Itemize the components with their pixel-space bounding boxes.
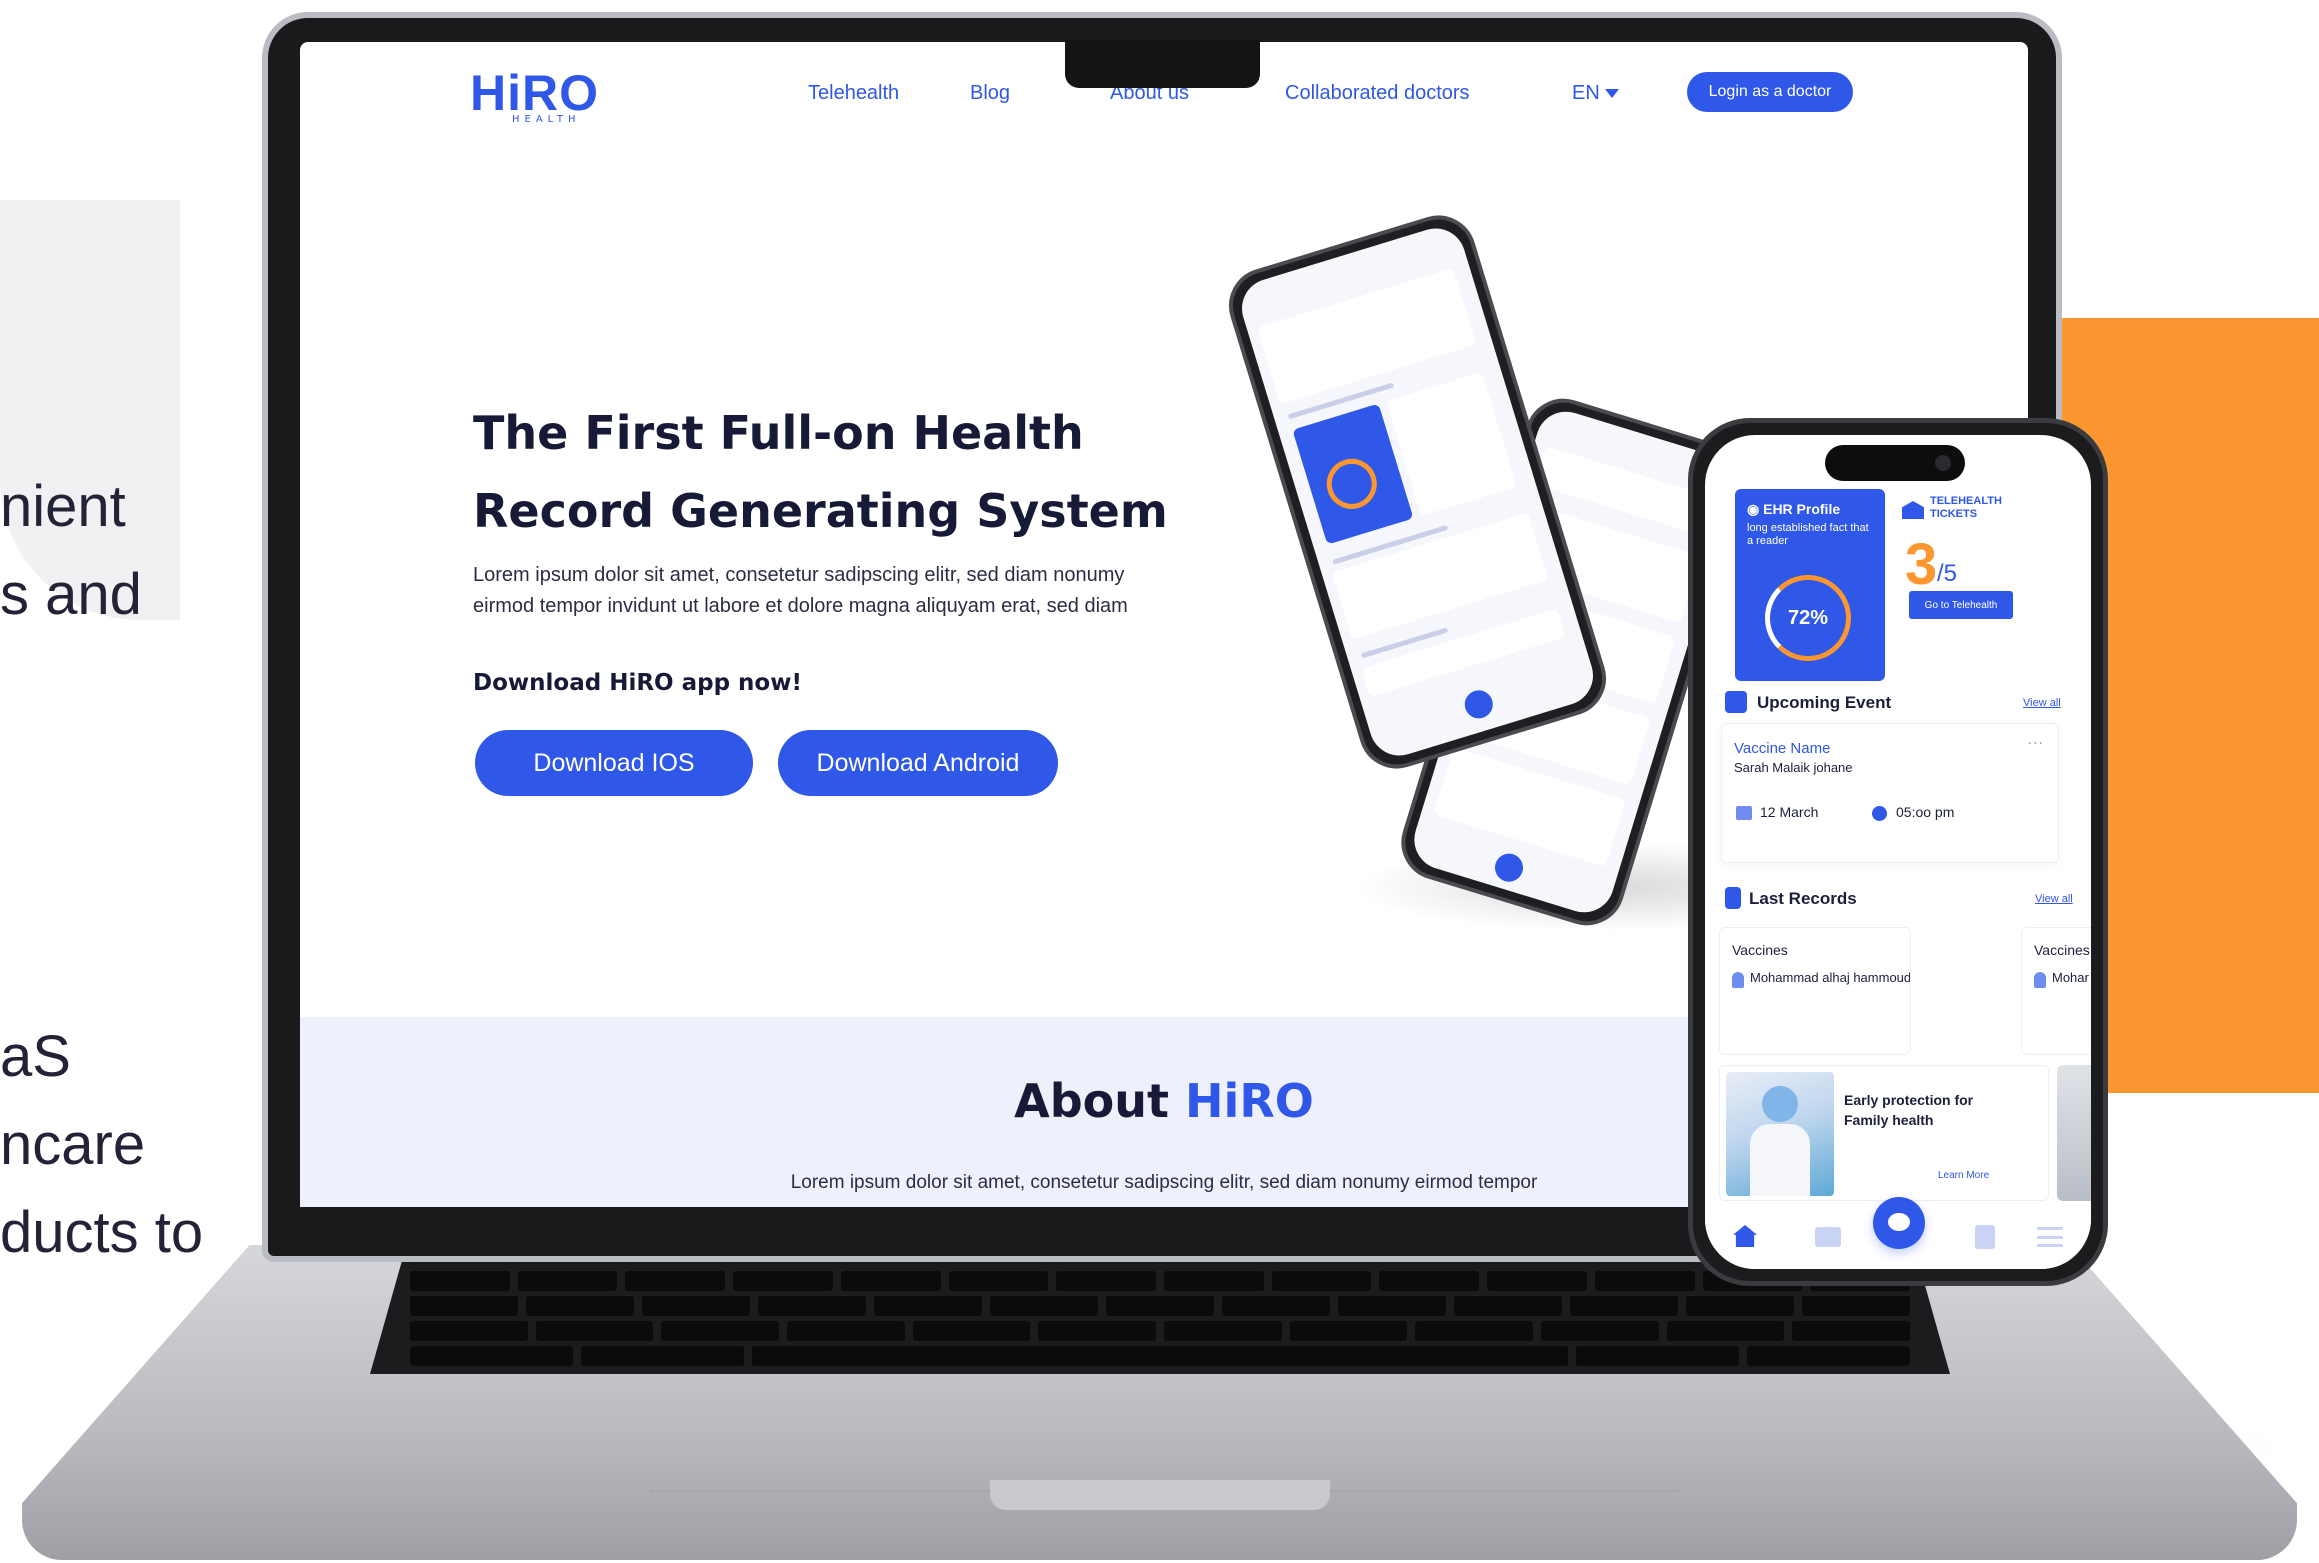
record-card[interactable]: Vaccines Mohar (2021, 927, 2091, 1055)
event-person: Sarah Malaik johane (1734, 760, 1853, 775)
download-label: Download HiRO app now! (473, 670, 802, 696)
ehr-profile-card[interactable]: ◉ EHR Profile long established fact that… (1735, 489, 1885, 681)
phone-tab-bar (1705, 1197, 2091, 1269)
tickets-total: /5 (1937, 560, 1958, 587)
download-android-button[interactable]: Download Android (778, 730, 1058, 796)
upcoming-view-all-link[interactable]: View all (2023, 697, 2061, 709)
document-icon (1725, 887, 1741, 909)
records-view-all-link[interactable]: View all (2035, 893, 2073, 905)
hero-title-line: The First Full-on Health (473, 406, 1084, 460)
side-text-line: aS (0, 1024, 71, 1089)
home-icon[interactable] (1733, 1225, 1757, 1247)
hero-title: The First Full-on Health Record Generati… (473, 394, 1233, 550)
phone-app-screen: ◉ EHR Profile long established fact that… (1705, 435, 2091, 1269)
record-card[interactable]: Vaccines Mohammad alhaj hammoud (1719, 927, 1911, 1055)
nav-telehealth[interactable]: Telehealth (808, 82, 899, 105)
tickets-count: 3 (1905, 532, 1938, 597)
login-doctor-button[interactable]: Login as a doctor (1687, 72, 1853, 112)
phone-mockup: ◉ EHR Profile long established fact that… (1688, 418, 2108, 1286)
calendar-icon (1725, 691, 1747, 713)
language-label: EN (1572, 82, 1600, 104)
side-text-line: ducts to (0, 1200, 204, 1265)
laptop-keyboard (370, 1262, 1950, 1374)
calendar-small-icon (1736, 806, 1752, 820)
hero-description-line: eirmod tempor invidunt ut labore et dolo… (473, 595, 1128, 617)
event-time: 05:oo pm (1896, 804, 1955, 820)
upcoming-event-title: Upcoming Event (1757, 693, 1892, 712)
dynamic-island (1825, 445, 1965, 481)
laptop-camera-notch (1065, 40, 1260, 88)
side-text-line: nient (0, 474, 126, 539)
hero-title-line: Record Generating System (473, 484, 1168, 538)
language-selector[interactable]: EN (1572, 82, 1619, 105)
user-icon (2034, 972, 2046, 988)
ehr-progress-ring: 72% (1765, 575, 1851, 661)
ehr-title-text: EHR Profile (1763, 501, 1841, 517)
about-title-prefix: About (1014, 1074, 1170, 1128)
side-text-line: s and (0, 562, 142, 627)
chat-icon[interactable] (1873, 1197, 1925, 1249)
folder-icon[interactable] (1815, 1227, 1841, 1247)
user-icon (1732, 972, 1744, 988)
event-name: Vaccine Name (1734, 740, 1831, 757)
nav-collaborated-doctors[interactable]: Collaborated doctors (1285, 82, 1470, 105)
clock-icon (1872, 806, 1887, 821)
logo-subtitle: HEALTH (512, 114, 581, 125)
promo-card[interactable]: Early protection for Family health Learn… (1719, 1065, 2049, 1201)
download-ios-button[interactable]: Download IOS (475, 730, 753, 796)
cropped-side-text-lower: aS ncare ducts to (0, 1013, 203, 1277)
laptop-trackpad (650, 1380, 1680, 1492)
record-name: Mohammad alhaj hammoud (1750, 970, 1911, 985)
menu-icon[interactable] (2037, 1227, 2063, 1247)
doctor-photo (1726, 1072, 1834, 1196)
hospital-icon (1902, 501, 1924, 519)
event-date: 12 March (1760, 804, 1819, 820)
hero-description-line: Lorem ipsum dolor sit amet, consetetur s… (473, 564, 1125, 586)
side-text-line: ncare (0, 1112, 146, 1177)
record-name: Mohar (2052, 970, 2089, 985)
file-icon[interactable] (1975, 1225, 1995, 1249)
caret-down-icon (1604, 89, 1619, 99)
about-title-brand: HiRO (1185, 1074, 1314, 1128)
record-type: Vaccines (1732, 942, 1788, 958)
telehealth-tickets-title: TELEHEALTH TICKETS (1930, 495, 2002, 520)
promo-title: Early protection for Family health (1844, 1092, 1974, 1128)
ehr-description: long established fact that a reader (1747, 522, 1869, 547)
record-type: Vaccines (2034, 942, 2090, 958)
last-records-title: Last Records (1749, 889, 1857, 908)
more-options-icon[interactable]: ··· (2028, 736, 2044, 752)
event-card[interactable]: Vaccine Name Sarah Malaik johane ··· 12 … (1721, 723, 2059, 863)
hero-description: Lorem ipsum dolor sit amet, consetetur s… (473, 560, 1263, 622)
laptop-lid-notch (990, 1480, 1330, 1510)
promo-card-next[interactable] (2057, 1065, 2091, 1201)
cropped-side-text-upper: nient s and (0, 463, 142, 639)
nav-blog[interactable]: Blog (970, 82, 1010, 105)
ehr-profile-title: ◉ EHR Profile (1747, 501, 1841, 517)
go-to-telehealth-button[interactable]: Go to Telehealth (1909, 591, 2013, 619)
learn-more-link[interactable]: Learn More (1938, 1170, 1989, 1181)
